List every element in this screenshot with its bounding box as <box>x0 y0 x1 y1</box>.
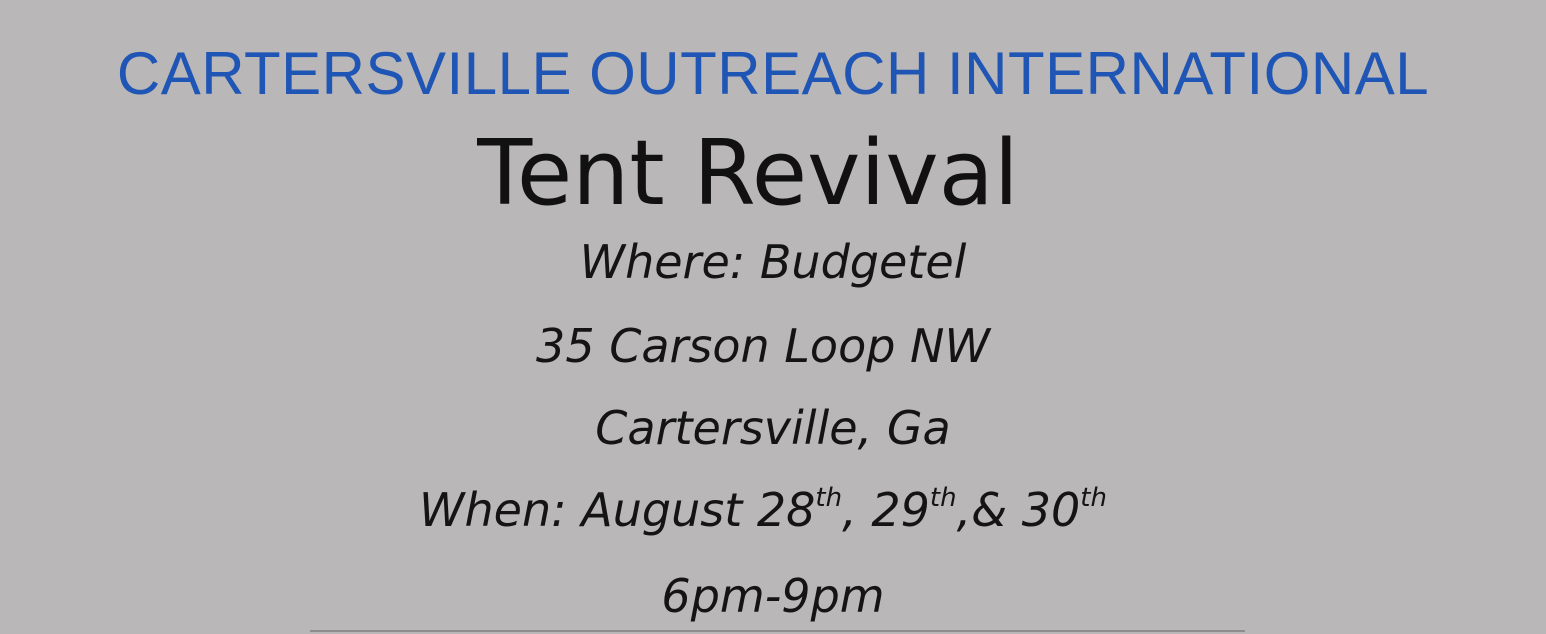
date-1: 28th, <box>756 483 857 537</box>
address-line: 35 Carson Loop NW <box>536 319 990 373</box>
bottom-divider <box>310 630 1245 632</box>
date-2: 29th,& <box>871 483 1008 537</box>
when-month: August <box>581 483 743 537</box>
date-3: 30th <box>1021 483 1107 537</box>
event-flyer: CARTERSVILLE OUTREACH INTERNATIONAL Tent… <box>0 0 1546 634</box>
time-line: 6pm-9pm <box>661 569 885 623</box>
when-line: When: August 28th, 29th,& 30th <box>0 482 1536 538</box>
when-label: When: <box>419 483 567 537</box>
city-line: Cartersville, Ga <box>595 401 951 455</box>
organization-name: CARTERSVILLE OUTREACH INTERNATIONAL <box>116 40 1430 107</box>
where-line: Where: Budgetel <box>0 234 1546 290</box>
where-label: Where: <box>579 235 746 289</box>
where-value: Budgetel <box>759 235 967 289</box>
event-title: Tent Revival <box>477 121 1019 226</box>
